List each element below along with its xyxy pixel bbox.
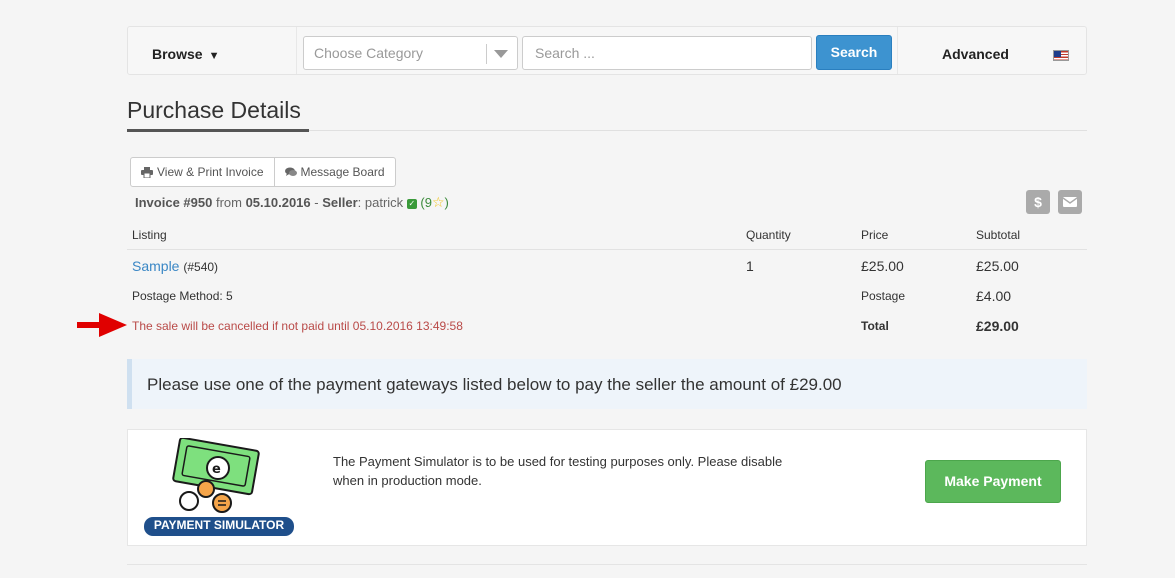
message-board-label: Message Board (300, 165, 385, 179)
postage-label: Postage (861, 289, 906, 303)
us-flag-icon[interactable] (1053, 50, 1069, 61)
svg-text:e: e (212, 462, 221, 477)
comments-icon (284, 167, 297, 176)
browse-menu-button[interactable]: Browse ▼ (152, 46, 219, 62)
star-icon: ☆ (431, 194, 445, 210)
column-header-price: Price (861, 228, 889, 242)
verified-check-icon: ✓ (406, 198, 417, 209)
seller-label: Seller (322, 195, 358, 210)
category-select[interactable]: Choose Category (303, 36, 518, 70)
postage-method: Postage Method: 5 (132, 289, 233, 303)
seller-name: patrick (364, 195, 404, 210)
invoice-date: 05.10.2016 (245, 195, 311, 210)
search-button[interactable]: Search (816, 35, 892, 70)
chevron-down-icon (494, 50, 508, 58)
invoice-number: Invoice #950 (135, 195, 213, 210)
dollar-icon[interactable]: $ (1026, 190, 1050, 214)
advanced-search-link[interactable]: Advanced (942, 46, 1009, 62)
total-amount: £29.00 (976, 318, 1019, 334)
payment-gateway-panel: e PAYMENT SIMULATOR The Payment Simulato… (127, 429, 1087, 546)
select-divider (486, 44, 487, 64)
title-underline (127, 129, 309, 132)
message-board-button[interactable]: Message Board (274, 157, 396, 187)
from-word: from (215, 195, 242, 210)
bottom-divider (127, 564, 1087, 565)
page-title: Purchase Details (127, 97, 301, 123)
print-icon (141, 166, 153, 178)
payment-description: The Payment Simulator is to be used for … (333, 454, 783, 488)
category-placeholder: Choose Category (314, 45, 423, 61)
listing-link[interactable]: Sample (132, 258, 179, 274)
table-row-item: Sample (#540) (132, 258, 218, 274)
postage-amount: £4.00 (976, 288, 1012, 304)
invoice-summary: Invoice #950 from 05.10.2016 - Seller: p… (135, 194, 449, 210)
table-header-divider (127, 249, 1087, 250)
column-header-quantity: Quantity (746, 228, 791, 242)
feedback-score: (9☆) (420, 194, 449, 210)
column-header-listing: Listing (132, 228, 167, 242)
caret-down-icon: ▼ (208, 50, 220, 62)
view-print-label: View & Print Invoice (157, 165, 264, 179)
envelope-icon[interactable] (1058, 190, 1082, 214)
payment-simulator-label: PAYMENT SIMULATOR (153, 518, 285, 532)
navbar-divider (296, 27, 297, 74)
item-quantity: 1 (746, 258, 754, 274)
make-payment-button[interactable]: Make Payment (925, 460, 1061, 503)
item-price: £25.00 (861, 258, 904, 274)
payment-info-alert: Please use one of the payment gateways l… (127, 359, 1087, 409)
top-navbar: Browse ▼ Choose Category Search Advanced (127, 26, 1087, 75)
navbar-divider (897, 27, 898, 74)
column-header-subtotal: Subtotal (976, 228, 1021, 242)
search-input[interactable] (522, 36, 812, 70)
arrow-right-icon (77, 313, 127, 337)
browse-label: Browse (152, 46, 203, 62)
alert-text: Please use one of the payment gateways l… (147, 375, 842, 394)
listing-id: (#540) (183, 260, 219, 274)
total-label: Total (861, 319, 889, 333)
view-print-invoice-button[interactable]: View & Print Invoice (130, 157, 275, 187)
item-subtotal: £25.00 (976, 258, 1019, 274)
invoice-actions: View & Print Invoice Message Board (130, 157, 396, 187)
cancellation-warning: The sale will be cancelled if not paid u… (132, 319, 463, 333)
